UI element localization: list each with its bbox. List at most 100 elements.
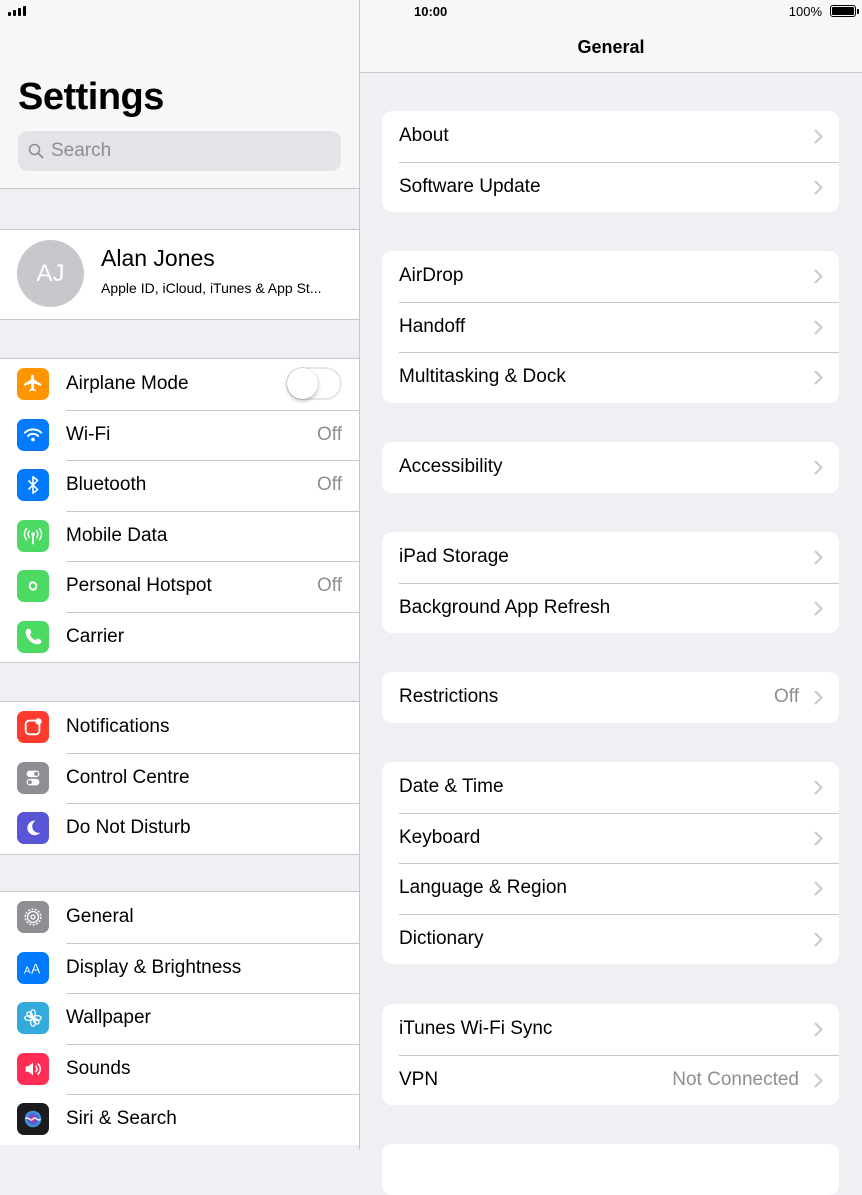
general-section: iTunes Wi-Fi Sync VPN Not Connected — [382, 1004, 839, 1105]
status-bar: 10:00 100% — [0, 0, 862, 24]
sidebar-item-do-not-disturb[interactable]: Do Not Disturb — [0, 803, 359, 854]
general-section: Date & Time Keyboard Language & Region Dict… — [382, 762, 839, 964]
general-item-itunes-wi-fi-sync[interactable]: iTunes Wi-Fi Sync — [382, 1004, 839, 1055]
general-item-label: Background App Refresh — [399, 596, 611, 618]
apple-id-profile[interactable]: AJ Alan Jones Apple ID, iCloud, iTunes &… — [0, 229, 359, 320]
page-title: Settings — [18, 76, 164, 118]
sidebar-item-value: Off — [317, 423, 342, 445]
sidebar-group-notifications: Notifications Control Centre Do Not Distur… — [0, 701, 359, 855]
sidebar-item-label: Bluetooth — [66, 474, 147, 495]
gear-icon — [17, 901, 49, 933]
sidebar-item-carrier[interactable]: Carrier — [0, 611, 359, 663]
sidebar-item-label: Wi-Fi — [66, 423, 111, 445]
sidebar-item-label: Siri & Search — [66, 1108, 177, 1129]
airplane-mode-toggle[interactable] — [286, 367, 342, 400]
notifications-icon — [17, 711, 49, 743]
sidebar-item-wallpaper[interactable]: Wallpaper — [0, 993, 359, 1044]
sidebar-item-sounds[interactable]: Sounds — [0, 1043, 359, 1095]
sidebar-item-general[interactable]: General — [0, 892, 359, 943]
general-item-airdrop[interactable]: AirDrop — [382, 251, 839, 302]
chevron-right-icon — [814, 370, 823, 385]
sidebar-item-value: Off — [317, 474, 342, 495]
general-detail-pane: General About Software Update AirDrop Hand… — [360, 0, 862, 1195]
general-section: Restrictions Off — [382, 672, 839, 723]
chevron-right-icon — [814, 601, 823, 615]
svg-text:A: A — [31, 961, 41, 976]
sidebar-group-system: General A A Display & Brightness Wallpaper So… — [0, 891, 359, 1145]
signal-icon — [8, 6, 26, 16]
general-item-accessibility[interactable]: Accessibility — [382, 442, 839, 493]
sidebar-item-bluetooth[interactable]: Bluetooth Off — [0, 460, 359, 511]
general-item-multitasking-and-dock[interactable]: Multitasking & Dock — [382, 352, 839, 403]
chevron-right-icon — [814, 550, 823, 565]
general-item-software-update[interactable]: Software Update — [382, 161, 839, 213]
general-item-language-and-region[interactable]: Language & Region — [382, 863, 839, 914]
sidebar-item-siri-and-search[interactable]: Siri & Search — [0, 1094, 359, 1145]
sidebar-item-label: Notifications — [66, 716, 170, 737]
svg-text:A: A — [24, 965, 31, 976]
general-item-label: Date & Time — [399, 776, 504, 797]
sidebar-item-airplane-mode[interactable]: Airplane Mode — [0, 359, 359, 410]
nav-title: General — [577, 37, 645, 57]
general-item-label: iTunes Wi-Fi Sync — [399, 1018, 553, 1039]
wifi-icon — [17, 418, 49, 451]
general-section — [382, 1144, 839, 1195]
hotspot-icon — [17, 570, 49, 602]
sidebar-item-notifications[interactable]: Notifications — [0, 702, 359, 753]
general-item-vpn[interactable]: VPN Not Connected — [382, 1054, 839, 1106]
phone-icon — [17, 620, 49, 653]
flower-icon — [17, 1002, 49, 1034]
general-item[interactable] — [382, 1144, 839, 1195]
general-item-label: Keyboard — [399, 826, 481, 848]
speaker-icon — [17, 1052, 49, 1085]
general-item-ipad-storage[interactable]: iPad Storage — [382, 532, 839, 583]
chevron-right-icon — [814, 1022, 823, 1037]
general-item-label: VPN — [399, 1068, 439, 1090]
chevron-right-icon — [814, 1073, 823, 1087]
battery-percentage: 100% — [788, 4, 822, 19]
general-item-value: Not Connected — [672, 1068, 799, 1090]
search-placeholder: Search — [51, 140, 112, 161]
general-item-about[interactable]: About — [382, 111, 839, 162]
battery-icon — [830, 5, 859, 17]
text-size-icon: AA — [17, 951, 49, 984]
general-item-label: Handoff — [399, 315, 466, 337]
profile-name: Alan Jones — [101, 245, 215, 271]
sidebar-item-personal-hotspot[interactable]: Personal Hotspot Off — [0, 561, 359, 612]
general-section: About Software Update — [382, 111, 839, 212]
status-time: 10:00 — [414, 4, 448, 19]
search-input[interactable]: Search — [18, 131, 341, 171]
sidebar-group-connectivity: Airplane Mode Wi-Fi Off Bluetooth Off Mobile … — [0, 358, 359, 663]
general-item-date-and-time[interactable]: Date & Time — [382, 762, 839, 813]
general-item-handoff[interactable]: Handoff — [382, 301, 839, 353]
chevron-right-icon — [814, 269, 823, 284]
chevron-right-icon — [814, 320, 823, 334]
airplane-icon — [17, 368, 49, 400]
general-item-label: Dictionary — [399, 927, 484, 949]
sidebar-item-display-and-brightness[interactable]: A A Display & Brightness — [0, 942, 359, 994]
general-item-restrictions[interactable]: Restrictions Off — [382, 672, 839, 723]
sidebar-item-wi-fi[interactable]: Wi-Fi Off — [0, 409, 359, 461]
general-item-background-app-refresh[interactable]: Background App Refresh — [382, 582, 839, 634]
general-section: AirDrop Handoff Multitasking & Dock — [382, 251, 839, 403]
sidebar-item-control-centre[interactable]: Control Centre — [0, 752, 359, 804]
general-item-keyboard[interactable]: Keyboard — [382, 812, 839, 864]
avatar: AJ — [17, 240, 84, 307]
antenna-icon — [17, 519, 49, 552]
general-section: iPad Storage Background App Refresh — [382, 532, 839, 633]
sidebar-item-label: Carrier — [66, 625, 125, 647]
general-item-label: AirDrop — [399, 265, 464, 286]
profile-subtitle: Apple ID, iCloud, iTunes & App St... — [101, 280, 322, 296]
sidebar-item-value: Off — [317, 575, 342, 596]
chevron-right-icon — [814, 460, 823, 475]
sidebar-item-label: Personal Hotspot — [66, 575, 212, 596]
general-item-label: iPad Storage — [399, 546, 509, 567]
sidebar-item-label: Wallpaper — [66, 1007, 151, 1028]
general-item-dictionary[interactable]: Dictionary — [382, 913, 839, 965]
sidebar-item-label: Control Centre — [66, 766, 190, 788]
sidebar-item-label: Sounds — [66, 1057, 131, 1079]
general-item-label: Restrictions — [399, 686, 499, 707]
general-section: Accessibility — [382, 442, 839, 493]
control-centre-icon — [17, 761, 49, 794]
sidebar-item-mobile-data[interactable]: Mobile Data — [0, 510, 359, 562]
